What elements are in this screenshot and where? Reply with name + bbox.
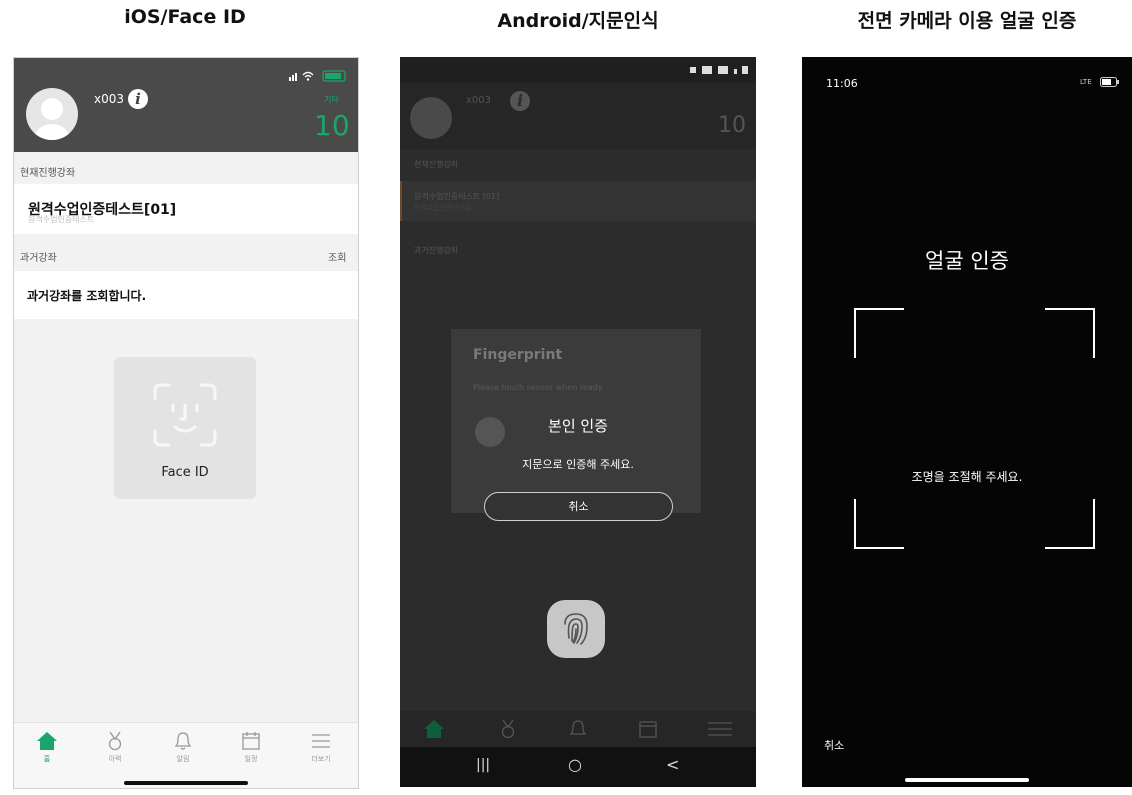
frame-corner-top-left <box>854 308 904 358</box>
face-auth-title: 얼굴 인증 <box>925 249 1009 273</box>
info-icon[interactable]: i <box>128 89 148 109</box>
status-bar-icons <box>289 70 349 82</box>
nav-home[interactable]: 홈 <box>22 731 72 764</box>
menu-icon <box>312 734 330 748</box>
recents-button[interactable]: ||| <box>476 757 490 773</box>
frame-corner-bottom-right <box>1045 499 1095 549</box>
camera-phone-screen: 11:06 LTE 얼굴 인증 조명을 조절해 주세요. 취소 <box>802 57 1132 787</box>
nav-alerts-label: 알림 <box>176 755 190 763</box>
current-courses-label: 현재진행강좌 <box>20 168 76 179</box>
fingerprint-sensor-button[interactable] <box>547 600 605 658</box>
home-button[interactable]: ○ <box>568 755 582 774</box>
past-courses-view-link[interactable]: 조회 <box>328 249 346 264</box>
dim-course-subtitle: 원격수업인증테스트 <box>414 204 472 212</box>
medal-icon <box>108 731 122 751</box>
status-time: 11:06 <box>826 77 858 90</box>
count-value: 10 <box>314 109 350 142</box>
dim-course-title: 원격수업인증테스트 [01] <box>414 192 500 201</box>
nav-more-label: 더보기 <box>311 755 331 763</box>
android-system-nav: ||| ○ < <box>400 747 756 787</box>
dim-username: x003 <box>466 95 492 106</box>
current-course-subtitle: 원격수업인증테스트 <box>28 215 95 224</box>
dim-bell-icon <box>569 720 587 735</box>
home-indicator <box>905 778 1029 782</box>
frame-corner-bottom-left <box>854 499 904 549</box>
home-indicator <box>124 781 248 785</box>
fingerprint-icon <box>564 613 588 645</box>
lighting-message: 조명을 조절해 주세요. <box>911 470 1023 484</box>
android-status-bar <box>400 57 756 83</box>
ios-phone-screen: x003 i 기타 10 현재진행강좌 원격수업인증테스트[01] 원격수업인증… <box>13 57 359 789</box>
dim-menu-icon <box>708 722 732 736</box>
android-column-title: Android/지문인식 <box>497 10 659 32</box>
status-network: LTE <box>1080 78 1092 86</box>
nav-history[interactable]: 이력 <box>90 731 140 764</box>
nav-more[interactable]: 더보기 <box>296 731 346 764</box>
dim-calendar-icon <box>639 721 657 738</box>
nav-schedule[interactable]: 일정 <box>226 731 276 764</box>
avatar[interactable] <box>26 88 78 140</box>
nav-schedule-label: 일정 <box>244 755 258 763</box>
past-course-message: 과거강좌를 조회합니다. <box>27 289 147 303</box>
nav-home-label: 홈 <box>43 755 51 763</box>
fingerprint-hint: Please touch sensor when ready <box>473 383 603 392</box>
ios-bottom-nav: 홈 이력 알림 일정 더보기 <box>14 722 358 788</box>
bell-icon <box>174 732 192 750</box>
dim-bottom-nav <box>400 711 756 747</box>
dim-course-row: 원격수업인증테스트 [01] 원격수업인증테스트 <box>400 181 756 221</box>
past-courses-label: 과거강좌 <box>20 253 57 264</box>
face-id-icon <box>151 381 219 449</box>
profile-header: x003 i 기타 10 <box>14 58 358 152</box>
dim-avatar <box>410 97 452 139</box>
back-button[interactable]: < <box>666 755 679 774</box>
nav-alerts[interactable]: 알림 <box>158 731 208 764</box>
nav-history-label: 이력 <box>108 755 122 763</box>
face-id-label: Face ID <box>161 465 209 480</box>
dim-current-section: 현재진행강좌 <box>414 160 459 169</box>
calendar-icon <box>242 732 260 750</box>
past-course-row[interactable]: 과거강좌를 조회합니다. <box>14 271 358 319</box>
cancel-button[interactable]: 취소 <box>824 737 844 753</box>
username: x003 <box>94 92 125 106</box>
camera-column-title: 전면 카메라 이용 얼굴 인증 <box>857 10 1077 32</box>
frame-corner-top-right <box>1045 308 1095 358</box>
current-course-row[interactable]: 원격수업인증테스트[01] 원격수업인증테스트 <box>14 184 358 234</box>
cancel-button[interactable]: 취소 <box>484 492 673 521</box>
ios-column-title: iOS/Face ID <box>124 6 246 28</box>
dim-past-section: 과거진행강좌 <box>414 246 459 255</box>
dim-medal-icon <box>501 719 515 739</box>
dim-profile-header: x003 i 10 <box>400 83 756 149</box>
dim-info-icon: i <box>510 91 530 111</box>
dim-home-icon <box>424 720 444 738</box>
fingerprint-title: Fingerprint <box>473 347 563 363</box>
android-phone-screen: x003 i 10 현재진행강좌 원격수업인증테스트 [01] 원격수업인증테스… <box>400 57 756 787</box>
auth-title: 본인 인증 <box>548 417 608 435</box>
count-label: 기타 <box>324 95 339 104</box>
battery-icon <box>1100 77 1119 87</box>
auth-message: 지문으로 인증해 주세요. <box>522 458 634 471</box>
face-id-prompt: Face ID <box>114 357 256 499</box>
home-icon <box>37 732 57 750</box>
dim-count: 10 <box>718 113 746 138</box>
